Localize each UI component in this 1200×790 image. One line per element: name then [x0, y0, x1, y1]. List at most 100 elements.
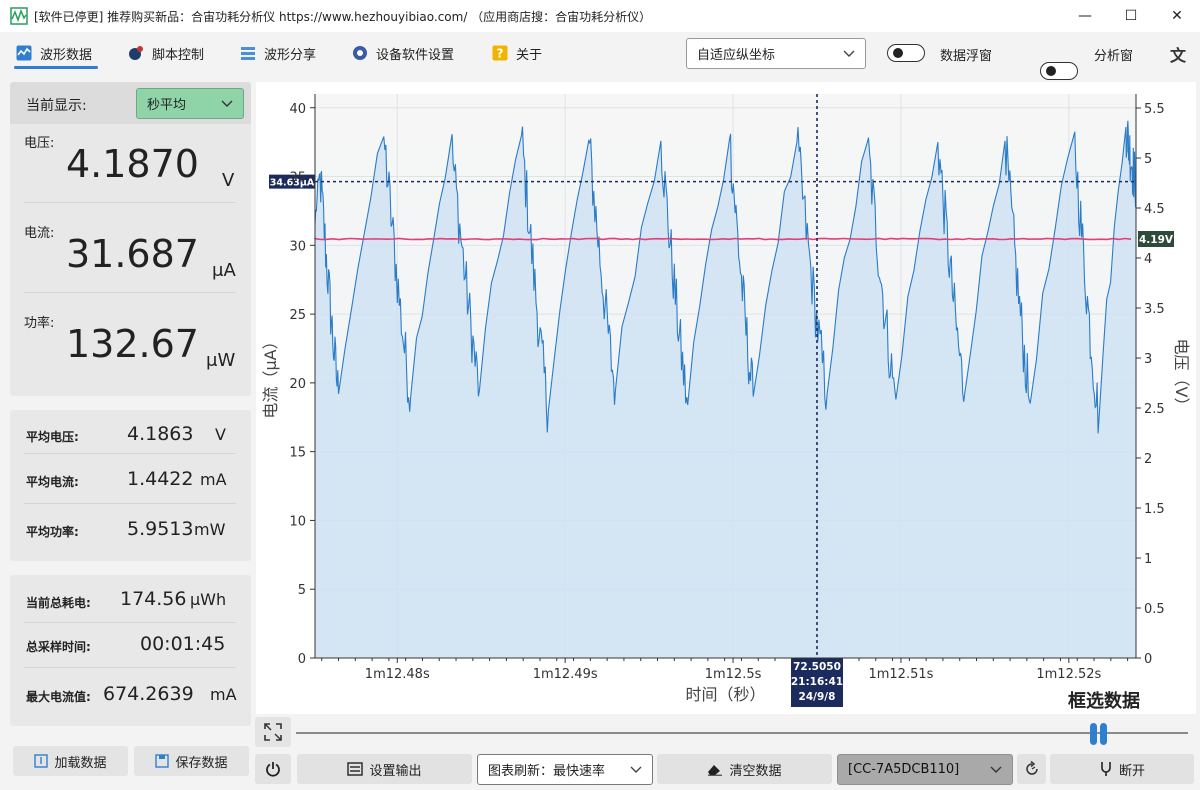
y-tick-label: 10 [289, 514, 306, 529]
menu-script-control[interactable]: 脚本控制 [128, 32, 204, 74]
save-data-button[interactable]: 保存数据 [134, 746, 249, 776]
current-value: 31.687 [66, 232, 199, 276]
translate-icon[interactable]: 文 [1170, 42, 1190, 65]
y2-tick-label: 4 [1144, 252, 1152, 267]
voltage-series-line [314, 237, 1132, 241]
gear-icon [353, 46, 367, 60]
save-icon [155, 754, 170, 768]
current-label: 电流: [24, 226, 55, 241]
avg-voltage-unit: V [215, 425, 226, 444]
x-tick-label: 1m12.52s [1036, 667, 1101, 682]
active-tab-indicator [14, 66, 98, 69]
power-label: 功率: [24, 316, 55, 331]
avg-current-label: 平均电流: [26, 475, 79, 489]
x-tick-label: 1m12.5s [705, 667, 762, 682]
voltage-value: 4.1870 [66, 142, 199, 186]
analysis-window-label: 分析窗 [1094, 49, 1134, 64]
divider [24, 667, 236, 668]
y-axis-title: 电流（μA） [261, 333, 280, 418]
x-tick-label: 1m12.49s [533, 667, 598, 682]
menu-waveform-share[interactable]: 波形分享 [240, 32, 316, 74]
sample-time-value: 00:01:45 [140, 633, 226, 655]
help-icon: ? [492, 45, 508, 61]
close-icon: ✕ [1171, 8, 1183, 24]
load-icon [34, 754, 49, 768]
y2-tick-label: 0.5 [1144, 602, 1165, 617]
device-select[interactable]: [CC-7A5DCB110] [837, 754, 1013, 785]
data-float-toggle[interactable] [887, 44, 925, 62]
current-display-label: 当前显示: [26, 98, 87, 114]
output-icon [347, 762, 364, 776]
avg-current-value: 1.4422 [127, 468, 194, 490]
minimize-icon: — [1078, 8, 1092, 24]
close-button[interactable]: ✕ [1154, 0, 1200, 32]
divider [24, 622, 236, 623]
share-icon [241, 47, 255, 60]
divider [24, 202, 236, 203]
y2-tick-label: 5.5 [1144, 102, 1165, 117]
save-data-label: 保存数据 [175, 755, 228, 771]
refresh-rate-select[interactable]: 图表刷新：最快速率 [477, 754, 653, 785]
current-unit: μA [212, 260, 236, 281]
device-value: [CC-7A5DCB110] [848, 762, 960, 777]
menu-about[interactable]: ? 关于 [492, 32, 542, 74]
max-current-label: 最大电流值: [26, 690, 91, 704]
y-tick-label: 15 [289, 446, 306, 461]
sample-time-label: 总采样时间: [26, 640, 91, 654]
y2-tick-label: 1.5 [1144, 502, 1165, 517]
waveform-chart[interactable]: 34.63μA72.505021:16:4124/9/84.19V 051015… [256, 82, 1196, 714]
chevron-down-icon [221, 100, 233, 107]
x-tick-label: 1m12.48s [365, 667, 430, 682]
minimize-button[interactable]: — [1062, 0, 1108, 32]
y-tick-label: 35 [289, 171, 306, 186]
voltage-unit: V [222, 170, 235, 191]
power-icon [266, 762, 280, 777]
divider [24, 453, 236, 454]
divider [24, 503, 236, 504]
analysis-window-toggle[interactable] [1040, 62, 1078, 80]
menu-label: 设备软件设置 [376, 47, 455, 63]
y-tick-label: 30 [289, 239, 306, 254]
select-data-label[interactable]: 框选数据 [1068, 687, 1140, 713]
axis-mode-value: 自适应纵坐标 [697, 48, 776, 63]
disconnect-button[interactable]: 断开 [1050, 754, 1194, 784]
x-axis-title: 时间（秒） [685, 685, 765, 704]
time-cursor-date: 24/9/8 [799, 691, 836, 703]
power-unit: μW [206, 350, 236, 371]
menu-label: 波形数据 [40, 47, 93, 63]
data-float-label: 数据浮窗 [940, 49, 993, 64]
display-mode-select[interactable]: 秒平均 [136, 88, 244, 119]
eraser-icon [708, 765, 723, 776]
waveform-icon [16, 45, 32, 61]
max-current-unit: mA [210, 685, 237, 704]
avg-voltage-value: 4.1863 [127, 423, 194, 445]
clear-data-label: 清空数据 [729, 763, 782, 779]
axis-mode-select[interactable]: 自适应纵坐标 [686, 38, 866, 69]
menu-label: 波形分享 [264, 47, 317, 63]
power-button[interactable] [255, 754, 291, 784]
y2-tick-label: 3 [1144, 352, 1152, 367]
menu-device-settings[interactable]: 设备软件设置 [352, 32, 454, 74]
clear-data-button[interactable]: 清空数据 [657, 754, 832, 784]
refresh-device-button[interactable] [1017, 754, 1046, 784]
voltage-tag-label: 4.19V [1139, 234, 1174, 246]
app-logo-icon [10, 7, 28, 25]
total-energy-unit: μWh [190, 590, 227, 609]
load-data-button[interactable]: 加载数据 [13, 746, 128, 776]
disconnect-label: 断开 [1118, 763, 1145, 779]
chart-panel[interactable]: 34.63μA 72.5050 21:16:41 24/9/8 4.19V 0 5 10 15… [256, 82, 1196, 714]
refresh-rate-value: 图表刷新：最快速率 [488, 764, 606, 779]
display-mode-value: 秒平均 [147, 98, 187, 113]
y2-tick-label: 2 [1144, 452, 1152, 467]
range-slider-track[interactable] [296, 732, 1188, 734]
voltage-label: 电压: [24, 136, 55, 151]
load-data-label: 加载数据 [54, 755, 107, 771]
range-slider-handle[interactable] [1090, 723, 1108, 745]
y2-tick-label: 4.5 [1144, 202, 1165, 217]
maximize-button[interactable]: ☐ [1108, 0, 1154, 32]
title-bar: [软件已停更] 推荐购买新品：合宙功耗分析仪 https://www.hezho… [0, 0, 1200, 32]
set-output-button[interactable]: 设置输出 [297, 754, 472, 784]
maximize-icon: ☐ [1124, 8, 1138, 24]
fullscreen-button[interactable] [255, 717, 291, 747]
total-energy-label: 当前总耗电: [26, 596, 91, 610]
